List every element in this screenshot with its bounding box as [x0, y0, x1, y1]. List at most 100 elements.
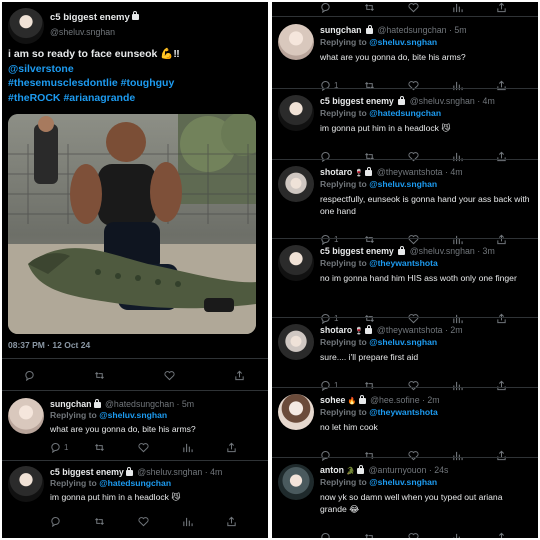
retweet-button[interactable] — [94, 514, 105, 528]
replying-to-mention[interactable]: @sheluv.snghan — [99, 410, 167, 420]
share-button[interactable] — [496, 378, 507, 392]
like-button[interactable] — [408, 78, 419, 92]
mention-link[interactable]: @silverstone — [8, 63, 74, 75]
main-author-handle[interactable]: @sheluv.snghan — [50, 27, 115, 37]
reply-button[interactable] — [320, 530, 334, 538]
like-button[interactable] — [408, 2, 419, 14]
reply-button[interactable]: 1 — [50, 440, 68, 454]
reply-author[interactable]: sungchan @hatedsungchan · 5m — [50, 398, 194, 409]
reply-avatar[interactable] — [8, 398, 44, 434]
retweet-button[interactable] — [364, 149, 375, 163]
analytics-button[interactable] — [452, 530, 463, 538]
share-button[interactable] — [496, 78, 507, 92]
retweet-button[interactable] — [94, 440, 105, 454]
analytics-button[interactable] — [452, 232, 463, 246]
divider — [272, 457, 538, 458]
tweet-photo[interactable] — [8, 114, 256, 334]
tweet-avatar[interactable] — [278, 166, 314, 202]
tweet-author[interactable]: anton 🐊 @anturnyouon · 24s — [320, 464, 448, 475]
hashtag-link[interactable]: #arianagrande — [63, 92, 135, 104]
replying-to-mention[interactable]: @sheluv.snghan — [369, 477, 437, 487]
retweet-button[interactable] — [364, 78, 375, 92]
hashtag-link[interactable]: #theROCK — [8, 92, 61, 104]
tweet-author[interactable]: c5 biggest enemy @sheluv.snghan · 3m — [320, 245, 495, 256]
lock-icon — [365, 166, 373, 176]
replying-to-mention[interactable]: @theywantshota — [369, 407, 438, 417]
retweet-button[interactable] — [364, 530, 375, 538]
tweet-author[interactable]: c5 biggest enemy @sheluv.snghan · 4m — [320, 95, 495, 106]
reply-button[interactable]: 1 — [320, 378, 338, 392]
retweet-button[interactable] — [364, 378, 375, 392]
retweet-button[interactable] — [364, 232, 375, 246]
share-button[interactable] — [496, 530, 507, 538]
heart-icon — [138, 516, 149, 526]
like-button[interactable] — [164, 368, 175, 382]
reply-button[interactable]: 1 — [320, 232, 338, 246]
like-button[interactable] — [408, 530, 419, 538]
retweet-button[interactable] — [364, 2, 375, 14]
share-button[interactable] — [234, 368, 245, 382]
main-author-name[interactable]: c5 biggest enemy — [50, 11, 141, 23]
share-button[interactable] — [496, 311, 507, 325]
retweet-button[interactable] — [364, 311, 375, 325]
analytics-button[interactable] — [452, 311, 463, 325]
divider — [272, 159, 538, 160]
reply-button[interactable] — [24, 368, 35, 382]
analytics-button[interactable] — [452, 2, 463, 14]
like-button[interactable] — [408, 232, 419, 246]
analytics-button[interactable] — [452, 378, 463, 392]
reply-button[interactable] — [320, 149, 334, 163]
tweet-avatar[interactable] — [278, 245, 314, 281]
like-button[interactable] — [408, 311, 419, 325]
analytics-icon — [183, 517, 193, 526]
analytics-button[interactable] — [182, 440, 193, 454]
tweet-author-name: shotaro — [320, 167, 353, 177]
replying-to-mention[interactable]: @sheluv.snghan — [369, 337, 437, 347]
reply-button[interactable]: 1 — [320, 78, 338, 92]
tweet-author[interactable]: sungchan @hatedsungchan · 5m — [320, 24, 467, 35]
like-button[interactable] — [408, 149, 419, 163]
tweet-actions — [320, 448, 520, 462]
replying-to-mention[interactable]: @theywantshota — [369, 258, 438, 268]
reply-button[interactable] — [320, 2, 331, 14]
tweet-author[interactable]: shotaro 🍷 @theywantshota · 2m — [320, 324, 463, 335]
hashtag-link[interactable]: #toughguy — [121, 77, 175, 89]
analytics-button[interactable] — [452, 448, 463, 462]
retweet-button[interactable] — [364, 448, 375, 462]
tweet-author[interactable]: sohee 🔥 @hee.sofine · 2m — [320, 394, 440, 405]
share-button[interactable] — [496, 2, 507, 14]
reply-avatar[interactable] — [8, 466, 44, 502]
like-button[interactable] — [408, 378, 419, 392]
tweet-avatar[interactable] — [278, 324, 314, 360]
tweet-avatar[interactable] — [278, 95, 314, 131]
retweet-icon — [364, 450, 375, 461]
main-author-avatar[interactable] — [8, 8, 44, 44]
like-button[interactable] — [408, 448, 419, 462]
reply-button[interactable] — [50, 514, 61, 528]
share-button[interactable] — [226, 440, 237, 454]
tweet-avatar[interactable] — [278, 464, 314, 500]
replying-to-mention[interactable]: @hatedsungchan — [99, 478, 171, 488]
analytics-button[interactable] — [452, 149, 463, 163]
reply-button[interactable] — [320, 448, 334, 462]
replying-to-mention[interactable]: @sheluv.snghan — [369, 37, 437, 47]
tweet-avatar[interactable] — [278, 24, 314, 60]
tweet-author[interactable]: shotaro 🍷 @theywantshota · 4m — [320, 166, 463, 177]
left-screenshot: c5 biggest enemy @sheluv.snghan i am so … — [2, 2, 268, 538]
like-button[interactable] — [138, 514, 149, 528]
share-button[interactable] — [226, 514, 237, 528]
replying-to-mention[interactable]: @sheluv.snghan — [369, 179, 437, 189]
hashtag-link[interactable]: #thesemusclesdontlie — [8, 77, 118, 89]
share-button[interactable] — [496, 149, 507, 163]
tweet-avatar[interactable] — [278, 394, 314, 430]
reply-button[interactable]: 1 — [320, 311, 338, 325]
share-button[interactable] — [496, 448, 507, 462]
reply-author[interactable]: c5 biggest enemy @sheluv.snghan · 4m — [50, 466, 222, 477]
analytics-button[interactable] — [452, 78, 463, 92]
share-button[interactable] — [496, 232, 507, 246]
retweet-button[interactable] — [94, 368, 105, 382]
like-button[interactable] — [138, 440, 149, 454]
replying-to-mention[interactable]: @hatedsungchan — [369, 108, 441, 118]
analytics-button[interactable] — [182, 514, 193, 528]
analytics-icon — [452, 450, 463, 461]
